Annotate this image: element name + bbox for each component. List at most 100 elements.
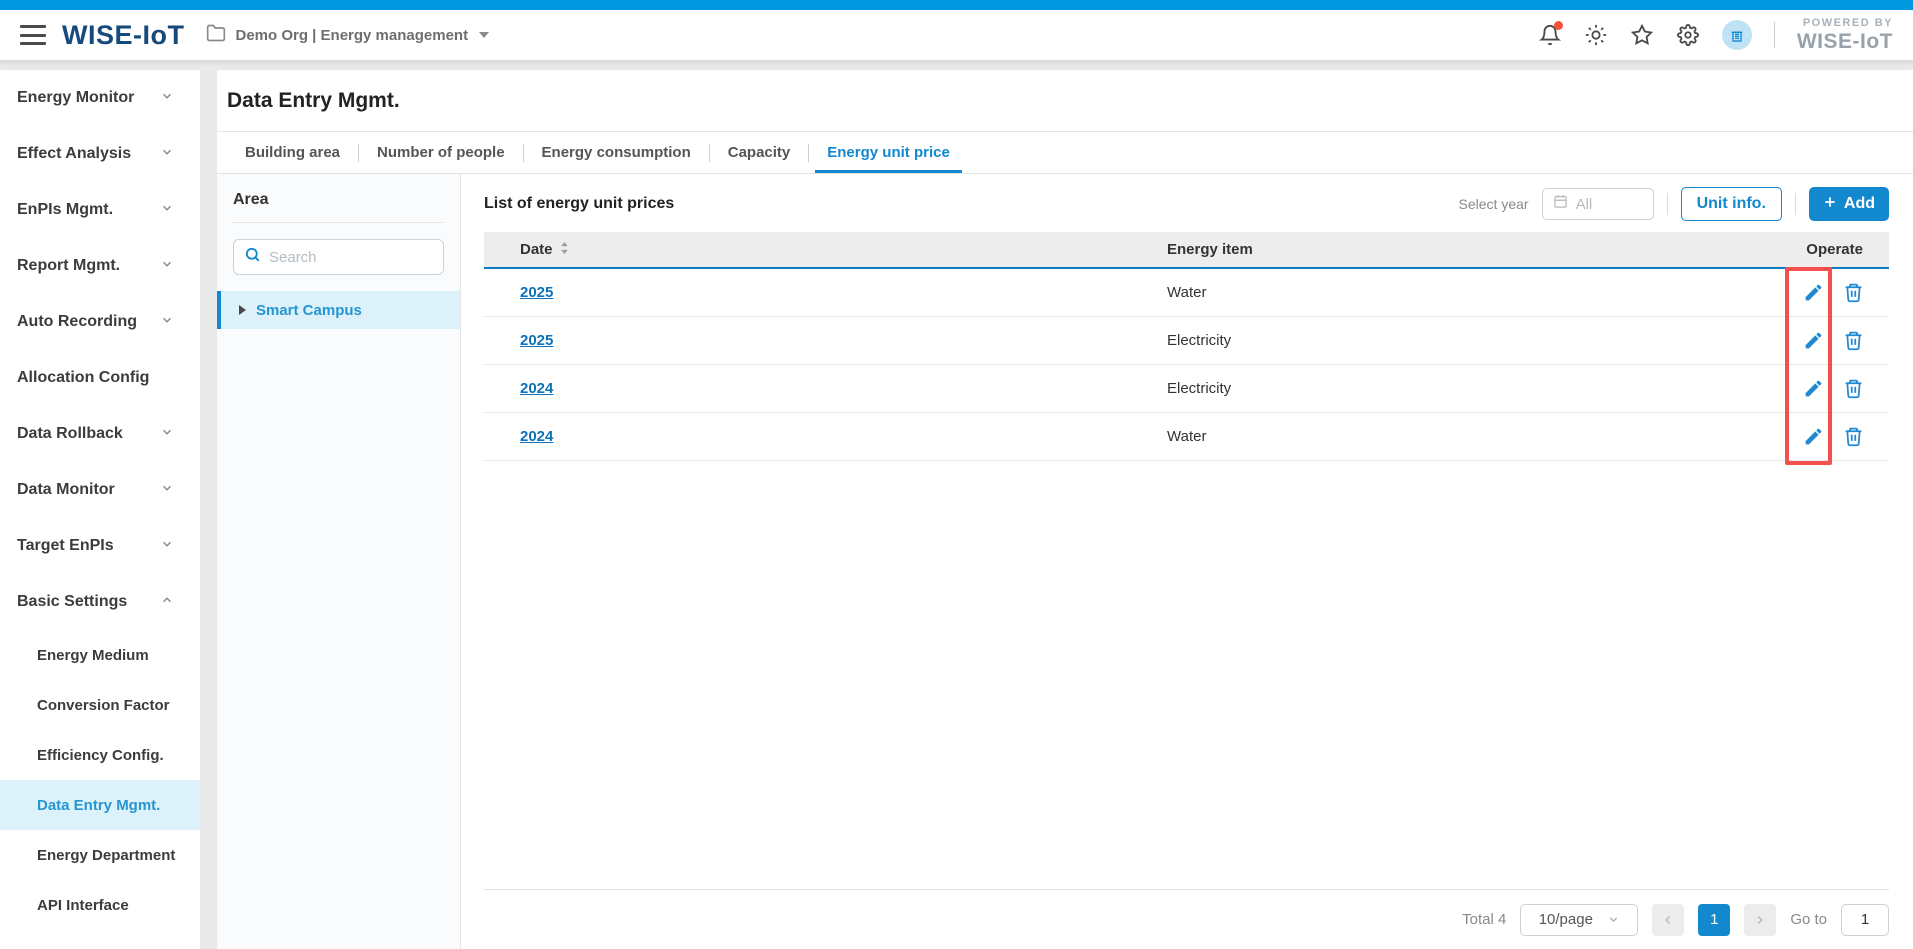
goto-page-input[interactable] bbox=[1841, 904, 1889, 936]
year-select-value: All bbox=[1576, 196, 1593, 213]
chevron-down-icon bbox=[160, 201, 174, 220]
area-panel-title: Area bbox=[233, 174, 444, 223]
sidebar-item-page-kpis-mgmt[interactable]: Page KPIs Mgmt. bbox=[0, 930, 200, 949]
table-section: List of energy unit prices Select year A… bbox=[461, 174, 1913, 949]
sort-icon[interactable] bbox=[559, 241, 570, 259]
date-link[interactable]: 2024 bbox=[520, 380, 553, 397]
page-size-select[interactable]: 10/page bbox=[1520, 904, 1638, 936]
settings-gear-icon[interactable] bbox=[1676, 23, 1700, 47]
app-logo: WISE-IoT bbox=[62, 20, 184, 51]
chevron-down-icon bbox=[160, 481, 174, 500]
chevron-down-icon bbox=[160, 313, 174, 332]
edit-pencil-icon[interactable] bbox=[1801, 329, 1825, 353]
unit-price-table: Date Energy item Operate 2025 Water bbox=[484, 232, 1889, 461]
chevron-down-icon bbox=[160, 537, 174, 556]
area-search-box bbox=[233, 239, 444, 275]
sidebar-item-data-rollback[interactable]: Data Rollback bbox=[0, 406, 200, 462]
sidebar-item-auto-recording[interactable]: Auto Recording bbox=[0, 294, 200, 350]
edit-pencil-icon[interactable] bbox=[1801, 377, 1825, 401]
delete-trash-icon[interactable] bbox=[1841, 425, 1865, 449]
sidebar-item-basic-settings[interactable]: Basic Settings bbox=[0, 574, 200, 630]
column-energy-item: Energy item bbox=[1167, 241, 1739, 258]
notification-bell-icon[interactable] bbox=[1538, 23, 1562, 47]
main-panel: Data Entry Mgmt. Building area Number of… bbox=[217, 70, 1913, 949]
date-link[interactable]: 2024 bbox=[520, 428, 553, 445]
table-header-row: Date Energy item Operate bbox=[484, 232, 1889, 269]
sidebar-item-conversion-factor[interactable]: Conversion Factor bbox=[0, 680, 200, 730]
energy-item-cell: Water bbox=[1167, 284, 1739, 301]
sidebar-item-data-monitor[interactable]: Data Monitor bbox=[0, 462, 200, 518]
controls-divider bbox=[1795, 193, 1796, 215]
energy-item-cell: Electricity bbox=[1167, 380, 1739, 397]
tab-energy-consumption[interactable]: Energy consumption bbox=[524, 132, 709, 173]
chevron-right-icon bbox=[1753, 913, 1767, 927]
delete-trash-icon[interactable] bbox=[1841, 281, 1865, 305]
sidebar-item-api-interface[interactable]: API Interface bbox=[0, 880, 200, 930]
sidebar-item-energy-monitor[interactable]: Energy Monitor bbox=[0, 70, 200, 126]
search-input[interactable] bbox=[269, 249, 468, 266]
chevron-down-icon bbox=[160, 425, 174, 444]
edit-pencil-icon[interactable] bbox=[1801, 425, 1825, 449]
table-row: 2025 Water bbox=[484, 269, 1889, 317]
energy-item-cell: Electricity bbox=[1167, 332, 1739, 349]
sidebar-item-enpis-mgmt[interactable]: EnPIs Mgmt. bbox=[0, 182, 200, 238]
chevron-down-icon bbox=[160, 257, 174, 276]
chevron-up-icon bbox=[160, 593, 174, 612]
tab-number-of-people[interactable]: Number of people bbox=[359, 132, 523, 173]
column-date: Date bbox=[520, 241, 553, 258]
sidebar-item-energy-medium[interactable]: Energy Medium bbox=[0, 630, 200, 680]
date-link[interactable]: 2025 bbox=[520, 332, 553, 349]
next-page-button[interactable] bbox=[1744, 904, 1776, 936]
table-row: 2024 Water bbox=[484, 413, 1889, 461]
theme-sun-icon[interactable] bbox=[1584, 23, 1608, 47]
delete-trash-icon[interactable] bbox=[1841, 377, 1865, 401]
tree-item-label: Smart Campus bbox=[256, 302, 362, 319]
table-row: 2024 Electricity bbox=[484, 365, 1889, 413]
favorite-star-icon[interactable] bbox=[1630, 23, 1654, 47]
edit-pencil-icon[interactable] bbox=[1801, 281, 1825, 305]
add-button[interactable]: Add bbox=[1809, 187, 1889, 221]
sidebar-item-allocation-config[interactable]: Allocation Config bbox=[0, 350, 200, 406]
year-select[interactable]: All bbox=[1542, 188, 1654, 220]
select-year-label: Select year bbox=[1459, 196, 1529, 212]
tree-item-smart-campus[interactable]: Smart Campus bbox=[217, 291, 460, 329]
current-page-button[interactable]: 1 bbox=[1698, 904, 1730, 936]
sidebar-item-data-entry-mgmt[interactable]: Data Entry Mgmt. bbox=[0, 780, 200, 830]
notification-dot bbox=[1554, 21, 1563, 30]
chevron-down-icon bbox=[1607, 913, 1620, 926]
menu-icon[interactable] bbox=[20, 25, 46, 45]
org-label: Demo Org | Energy management bbox=[235, 27, 468, 44]
unit-info-button[interactable]: Unit info. bbox=[1681, 187, 1782, 221]
page-header: Data Entry Mgmt. bbox=[217, 70, 1913, 132]
date-link[interactable]: 2025 bbox=[520, 284, 553, 301]
top-color-strip bbox=[0, 0, 1913, 10]
table-controls: List of energy unit prices Select year A… bbox=[484, 182, 1889, 226]
chevron-left-icon bbox=[1661, 913, 1675, 927]
chevron-down-icon bbox=[479, 32, 489, 38]
plus-icon bbox=[1823, 195, 1837, 214]
controls-divider bbox=[1667, 193, 1668, 215]
delete-trash-icon[interactable] bbox=[1841, 329, 1865, 353]
tab-energy-unit-price[interactable]: Energy unit price bbox=[809, 132, 968, 173]
goto-label: Go to bbox=[1790, 911, 1827, 928]
table-row: 2025 Electricity bbox=[484, 317, 1889, 365]
area-panel: Area Smart Campus bbox=[217, 174, 461, 949]
org-selector[interactable]: Demo Org | Energy management bbox=[206, 23, 489, 48]
sidebar-item-efficiency-config[interactable]: Efficiency Config. bbox=[0, 730, 200, 780]
calendar-icon bbox=[1553, 194, 1568, 214]
tab-capacity[interactable]: Capacity bbox=[710, 132, 809, 173]
header-divider bbox=[1774, 22, 1775, 48]
tab-building-area[interactable]: Building area bbox=[227, 132, 358, 173]
chevron-down-icon bbox=[160, 145, 174, 164]
sidebar-item-target-enpis[interactable]: Target EnPIs bbox=[0, 518, 200, 574]
prev-page-button[interactable] bbox=[1652, 904, 1684, 936]
sidebar-item-energy-department[interactable]: Energy Department bbox=[0, 830, 200, 880]
energy-item-cell: Water bbox=[1167, 428, 1739, 445]
sidebar-item-report-mgmt[interactable]: Report Mgmt. bbox=[0, 238, 200, 294]
sidebar-nav: Energy Monitor Effect Analysis EnPIs Mgm… bbox=[0, 70, 200, 949]
pagination-bar: Total 4 10/page 1 Go to bbox=[484, 889, 1889, 949]
sidebar-item-effect-analysis[interactable]: Effect Analysis bbox=[0, 126, 200, 182]
page-size-value: 10/page bbox=[1539, 911, 1593, 928]
page-title: Data Entry Mgmt. bbox=[227, 89, 400, 113]
user-avatar[interactable] bbox=[1722, 20, 1752, 50]
